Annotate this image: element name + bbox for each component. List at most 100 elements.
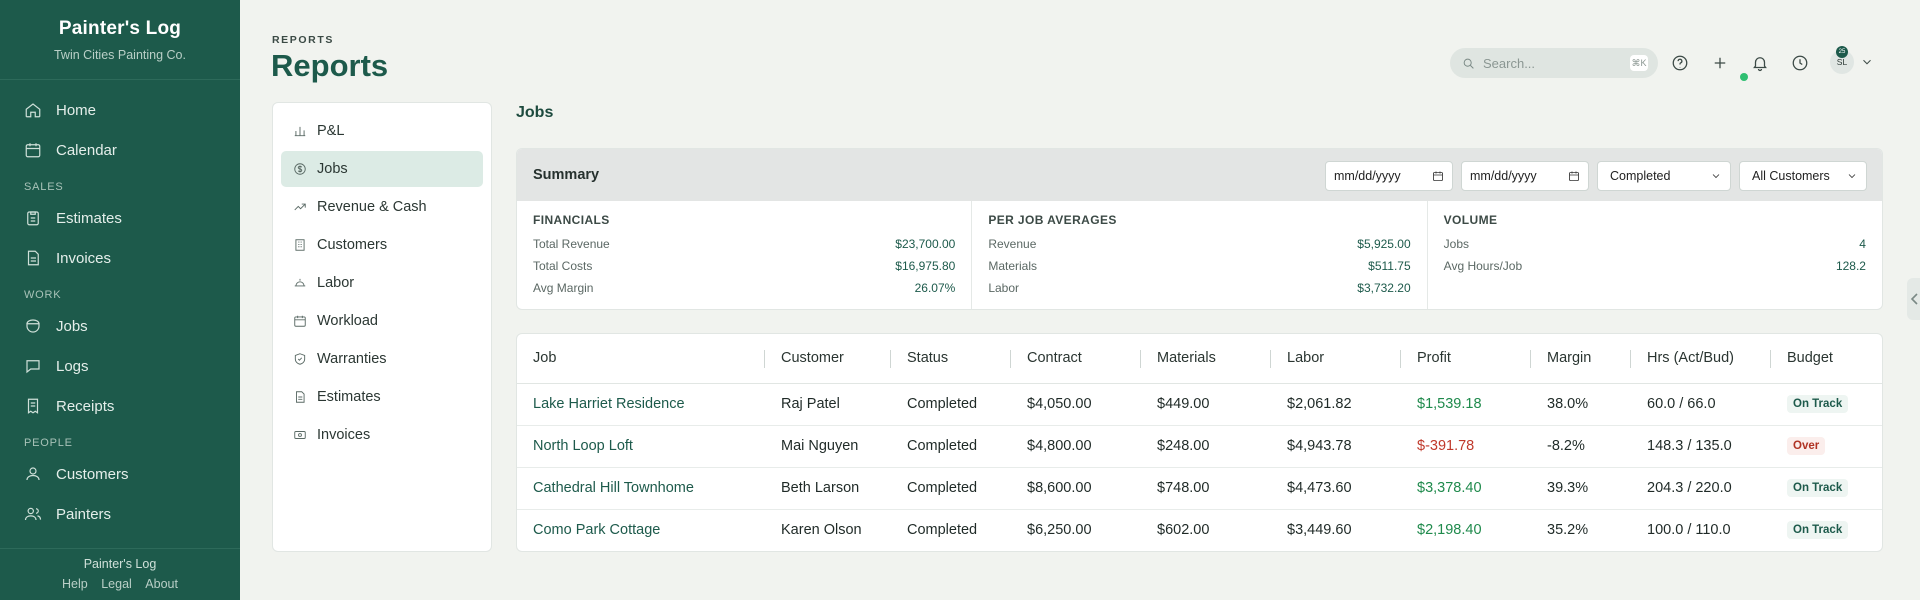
materials-cell: $748.00 <box>1141 467 1271 510</box>
stat-label: Avg Hours/Job <box>1443 259 1523 273</box>
clipboard-icon <box>27 211 39 226</box>
budget-cell: On Track <box>1771 467 1882 510</box>
table-row[interactable]: Cathedral Hill Townhome Beth Larson Comp… <box>517 467 1882 510</box>
sidebar-item-invoices[interactable]: Invoices <box>0 238 240 278</box>
date-from-input[interactable]: mm/dd/yyyy <box>1325 161 1453 191</box>
report-item-warranties[interactable]: Warranties <box>281 341 483 377</box>
search-shortcut: ⌘K <box>1630 55 1648 71</box>
report-item-jobs[interactable]: Jobs <box>281 151 483 187</box>
report-item-workload[interactable]: Workload <box>281 303 483 339</box>
column-header-labor[interactable]: Labor <box>1271 334 1401 384</box>
add-button[interactable] <box>1707 50 1733 76</box>
volume-label: VOLUME <box>1443 213 1498 227</box>
status-filter-select[interactable]: Completed <box>1597 161 1731 191</box>
sidebar-nav: Home Calendar SALES Estimates Invoices W… <box>0 80 240 534</box>
sidebar-item-receipts[interactable]: Receipts <box>0 386 240 426</box>
status-cell: Completed <box>891 425 1011 468</box>
margin-cell: 39.3% <box>1531 467 1631 510</box>
search-input[interactable] <box>1483 55 1623 71</box>
table-row[interactable]: Lake Harriet Residence Raj Patel Complet… <box>517 383 1882 426</box>
column-header-customer[interactable]: Customer <box>765 334 891 384</box>
column-header-job[interactable]: Job <box>517 334 765 384</box>
stat-label: Jobs <box>1443 237 1470 251</box>
materials-cell: $602.00 <box>1157 522 1210 539</box>
column-header-margin[interactable]: Margin <box>1531 334 1631 384</box>
paint-bucket-icon <box>26 319 40 333</box>
side-panel-toggle[interactable] <box>1907 278 1920 320</box>
report-item-customers[interactable]: Customers <box>281 227 483 263</box>
report-item-revenue-cash[interactable]: Revenue & Cash <box>281 189 483 225</box>
status-cell: Completed <box>891 467 1011 510</box>
report-item-estimates[interactable]: Estimates <box>281 379 483 415</box>
summary-card: Summary mm/dd/yyyy mm/dd/yyyy Completed … <box>516 148 1883 310</box>
sidebar: Painter's Log Twin Cities Painting Co. H… <box>0 0 240 600</box>
table-row[interactable]: Como Park Cottage Karen Olson Completed … <box>517 509 1882 551</box>
sidebar-item-jobs[interactable]: Jobs <box>0 306 240 346</box>
help-button[interactable] <box>1667 50 1693 76</box>
date-from-value: mm/dd/yyyy <box>1334 169 1401 183</box>
labor-cell: $4,943.78 <box>1271 425 1401 468</box>
materials-cell: $449.00 <box>1141 383 1271 426</box>
labor-cell: $2,061.82 <box>1271 383 1401 426</box>
users-icon <box>24 507 42 521</box>
stat-value: 4 <box>1859 237 1866 251</box>
avg-hours-row: Avg Hours/Job 128.2 <box>1444 255 1866 277</box>
hours-cell: 60.0 / 66.0 <box>1631 383 1771 426</box>
column-header-budget[interactable]: Budget <box>1771 334 1882 384</box>
column-header-materials[interactable]: Materials <box>1141 334 1271 384</box>
margin-cell: 35.2% <box>1547 522 1589 539</box>
account-menu-toggle[interactable] <box>1860 55 1874 69</box>
report-item-label: Invoices <box>317 427 371 443</box>
job-cell: Lake Harriet Residence <box>517 383 765 426</box>
reports-menu: P&L Jobs Revenue & Cash Customers Labor … <box>272 102 492 552</box>
contract-cell: $4,050.00 <box>1011 383 1141 426</box>
sidebar-item-home[interactable]: Home <box>0 90 240 130</box>
margin-cell: 38.0% <box>1531 383 1631 426</box>
job-link[interactable]: North Loop Loft <box>533 438 633 454</box>
table-row[interactable]: North Loop Loft Mai Nguyen Completed $4,… <box>517 425 1882 468</box>
report-item-labor[interactable]: Labor <box>281 265 483 301</box>
customer-filter-value: All Customers <box>1752 169 1830 183</box>
report-item-invoices[interactable]: Invoices <box>281 417 483 453</box>
notifications-button[interactable] <box>1747 50 1773 76</box>
legal-link[interactable]: Legal <box>101 577 132 591</box>
help-icon <box>1672 55 1688 71</box>
sidebar-item-label: Estimates <box>56 209 122 227</box>
section-title: Jobs <box>516 104 554 121</box>
history-button[interactable] <box>1787 50 1813 76</box>
search-box[interactable]: ⌘K <box>1450 48 1658 78</box>
margin-cell: -8.2% <box>1531 425 1631 468</box>
sidebar-item-logs[interactable]: Logs <box>0 346 240 386</box>
about-link[interactable]: About <box>145 577 178 591</box>
column-header-profit[interactable]: Profit <box>1401 334 1531 384</box>
averages-panel: PER JOB AVERAGES Revenue $5,925.00 Materi… <box>972 201 1428 309</box>
hours-cell: 204.3 / 220.0 <box>1631 467 1771 510</box>
sidebar-item-painters[interactable]: Painters <box>0 494 240 534</box>
stat-label: Avg Margin <box>533 281 594 295</box>
jobs-count-row: Jobs 4 <box>1444 233 1866 255</box>
chevron-left-icon <box>1910 293 1918 305</box>
bar-chart-icon <box>294 126 306 137</box>
customer-filter-select[interactable]: All Customers <box>1739 161 1867 191</box>
sidebar-item-label: Invoices <box>56 249 112 267</box>
job-link[interactable]: Cathedral Hill Townhome <box>533 480 694 496</box>
sidebar-item-customers[interactable]: Customers <box>0 454 240 494</box>
stat-label: Labor <box>988 281 1020 295</box>
column-header-hours[interactable]: Hrs (Act/Bud) <box>1631 334 1771 384</box>
date-to-input[interactable]: mm/dd/yyyy <box>1461 161 1589 191</box>
column-header-status[interactable]: Status <box>891 334 1011 384</box>
sidebar-item-label: Home <box>56 101 97 119</box>
job-link[interactable]: Como Park Cottage <box>533 522 660 538</box>
column-header-contract[interactable]: Contract <box>1011 334 1141 384</box>
home-icon <box>25 103 41 118</box>
status-cell: Completed <box>907 522 978 539</box>
sidebar-item-label: Painters <box>56 505 112 523</box>
job-link[interactable]: Lake Harriet Residence <box>533 396 685 412</box>
avg-margin-row: Avg Margin 26.07% <box>533 277 955 299</box>
sidebar-item-estimates[interactable]: Estimates <box>0 198 240 238</box>
report-item-label: Labor <box>317 275 355 291</box>
report-item-pl[interactable]: P&L <box>281 113 483 149</box>
help-link[interactable]: Help <box>62 577 88 591</box>
sidebar-item-calendar[interactable]: Calendar <box>0 130 240 170</box>
report-item-label: Warranties <box>317 351 387 367</box>
